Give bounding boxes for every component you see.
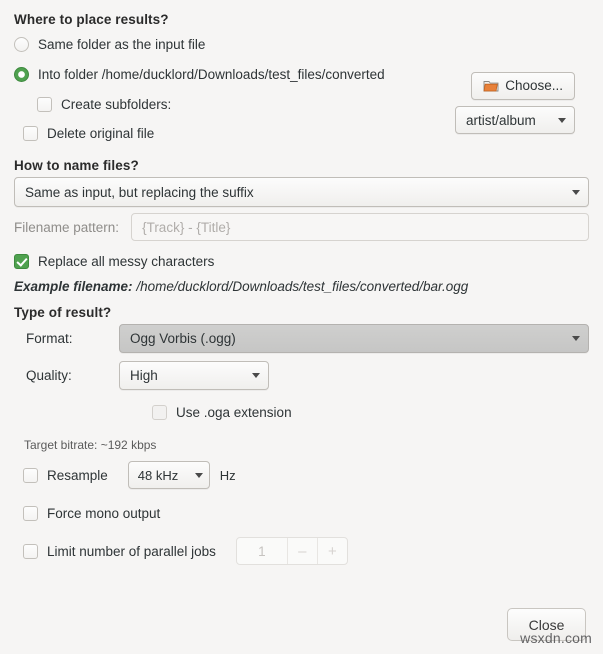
choose-folder-wrap: Choose... bbox=[471, 72, 575, 100]
naming-section: How to name files? Same as input, but re… bbox=[14, 158, 589, 294]
quality-combo[interactable]: High bbox=[119, 361, 269, 390]
replace-messy-label: Replace all messy characters bbox=[38, 253, 215, 269]
force-mono-row[interactable]: Force mono output bbox=[23, 501, 589, 525]
resample-label: Resample bbox=[47, 467, 108, 483]
force-mono-checkbox[interactable] bbox=[23, 505, 38, 521]
use-oga-label: Use .oga extension bbox=[176, 404, 292, 420]
conversion-settings-panel: Where to place results? Same folder as t… bbox=[0, 0, 603, 648]
chevron-down-icon bbox=[194, 472, 203, 478]
resample-rate-value: 48 kHz bbox=[137, 467, 179, 483]
naming-scheme-combo[interactable]: Same as input, but replacing the suffix bbox=[14, 177, 589, 207]
radio-into-folder[interactable] bbox=[14, 66, 29, 82]
radio-same-folder[interactable] bbox=[14, 36, 29, 52]
limit-jobs-label: Limit number of parallel jobs bbox=[47, 543, 216, 559]
naming-section-title: How to name files? bbox=[14, 158, 139, 173]
dialog-footer: Close bbox=[0, 608, 603, 654]
format-label: Format: bbox=[26, 331, 73, 346]
quality-label: Quality: bbox=[26, 368, 72, 383]
chevron-down-icon bbox=[572, 189, 580, 195]
filename-pattern-input[interactable]: {Track} - {Title} bbox=[131, 213, 589, 241]
force-mono-label: Force mono output bbox=[47, 505, 161, 521]
chevron-down-icon bbox=[252, 373, 260, 378]
filename-pattern-label: Filename pattern: bbox=[14, 219, 120, 235]
resample-row: Resample 48 kHz Hz bbox=[23, 461, 589, 489]
create-subfolders-checkbox[interactable] bbox=[37, 96, 52, 112]
placement-section-title: Where to place results? bbox=[14, 12, 169, 27]
parallel-jobs-value[interactable]: 1 bbox=[237, 538, 288, 564]
subfolders-pattern-value: artist/album bbox=[466, 112, 536, 128]
limit-jobs-checkbox[interactable] bbox=[23, 543, 38, 559]
close-button[interactable]: Close bbox=[507, 608, 586, 641]
example-filename-value: /home/ducklord/Downloads/test_files/conv… bbox=[136, 279, 469, 294]
subfolders-pattern-wrap: artist/album bbox=[455, 106, 575, 134]
result-section: Type of result? Format: Ogg Vorbis (.ogg… bbox=[14, 305, 589, 565]
radio-into-folder-label: Into folder /home/ducklord/Downloads/tes… bbox=[38, 66, 385, 82]
delete-original-checkbox[interactable] bbox=[23, 125, 38, 141]
parallel-jobs-increment[interactable]: + bbox=[318, 538, 347, 564]
create-subfolders-label: Create subfolders: bbox=[61, 96, 172, 112]
use-oga-checkbox[interactable] bbox=[152, 404, 167, 420]
parallel-jobs-decrement[interactable]: – bbox=[288, 538, 318, 564]
subfolders-pattern-combo[interactable]: artist/album bbox=[455, 106, 575, 134]
limit-jobs-row: Limit number of parallel jobs 1 – + bbox=[23, 537, 589, 565]
parallel-jobs-stepper[interactable]: 1 – + bbox=[235, 537, 348, 565]
quality-row: Quality: High bbox=[14, 361, 589, 390]
replace-messy-checkbox[interactable] bbox=[14, 253, 29, 269]
resample-checkbox[interactable] bbox=[23, 467, 38, 483]
replace-messy-row[interactable]: Replace all messy characters bbox=[14, 249, 589, 273]
close-button-label: Close bbox=[528, 616, 565, 633]
quality-value: High bbox=[130, 368, 158, 383]
delete-original-label: Delete original file bbox=[47, 125, 155, 141]
choose-folder-label: Choose... bbox=[505, 78, 563, 93]
naming-scheme-value: Same as input, but replacing the suffix bbox=[25, 184, 254, 200]
result-section-title: Type of result? bbox=[14, 305, 112, 320]
format-row: Format: Ogg Vorbis (.ogg) bbox=[14, 324, 589, 353]
placement-section: Where to place results? Same folder as t… bbox=[14, 12, 589, 147]
resample-rate-combo[interactable]: 48 kHz bbox=[127, 461, 210, 489]
format-combo[interactable]: Ogg Vorbis (.ogg) bbox=[119, 324, 589, 353]
resample-unit-label: Hz bbox=[219, 467, 236, 483]
example-filename-row: Example filename: /home/ducklord/Downloa… bbox=[14, 279, 589, 294]
radio-same-folder-row[interactable]: Same folder as the input file bbox=[14, 31, 589, 57]
filename-pattern-placeholder: {Track} - {Title} bbox=[142, 219, 231, 235]
format-value: Ogg Vorbis (.ogg) bbox=[130, 331, 236, 346]
target-bitrate-text: Target bitrate: ~192 kbps bbox=[24, 438, 157, 452]
choose-folder-button[interactable]: Choose... bbox=[471, 72, 575, 100]
chevron-down-icon bbox=[572, 336, 580, 341]
chevron-down-icon bbox=[558, 117, 566, 123]
use-oga-row[interactable]: Use .oga extension bbox=[152, 400, 589, 424]
filename-pattern-row: Filename pattern: {Track} - {Title} bbox=[14, 213, 589, 241]
example-filename-label: Example filename: bbox=[14, 279, 133, 294]
folder-icon bbox=[483, 79, 499, 93]
radio-same-folder-label: Same folder as the input file bbox=[38, 36, 206, 52]
